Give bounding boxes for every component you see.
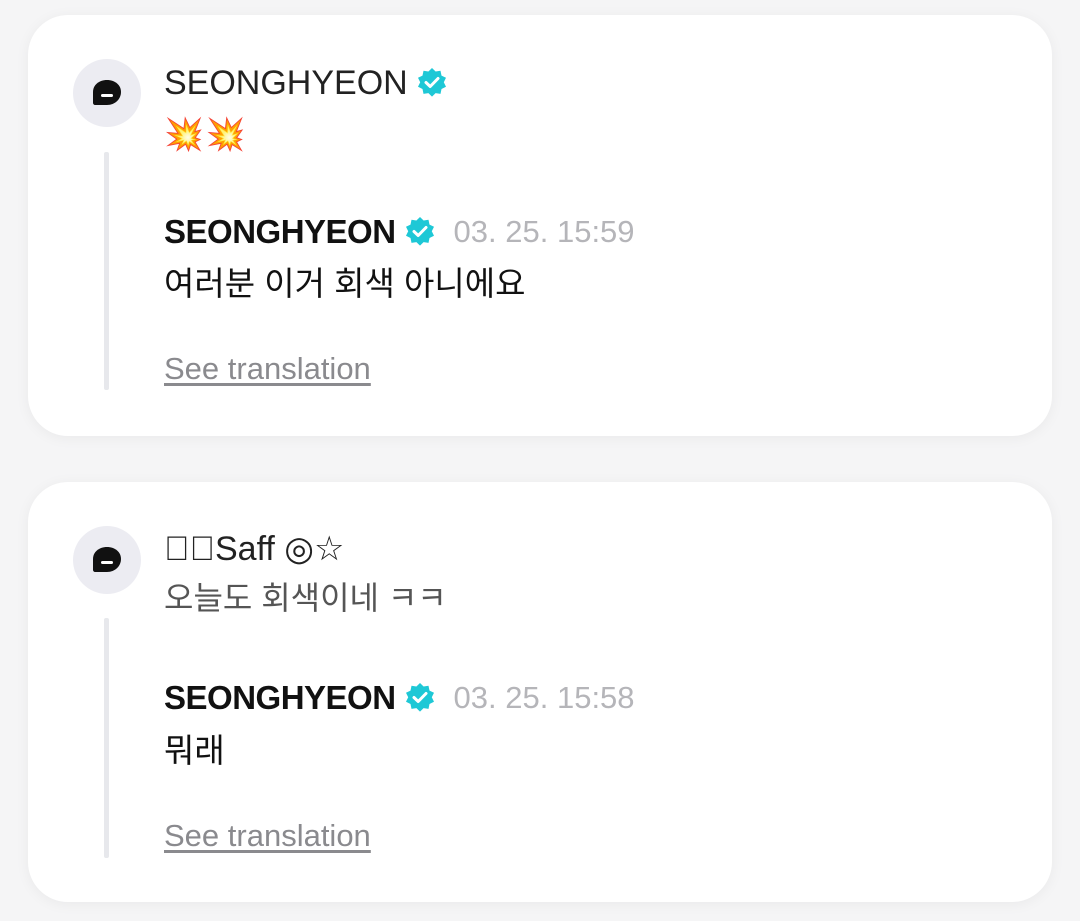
reply-timestamp: 03. 25. 15:59 bbox=[453, 214, 635, 249]
verified-badge-icon bbox=[404, 682, 436, 714]
reply-author-name[interactable]: SEONGHYEON bbox=[164, 679, 396, 717]
avatar[interactable] bbox=[73, 526, 141, 594]
see-translation-link[interactable]: See translation bbox=[164, 349, 371, 389]
comment-author-name: ☆゚Saff ◎☆ bbox=[164, 530, 345, 568]
see-translation-link[interactable]: See translation bbox=[164, 816, 371, 856]
reply-text: 뭐래 bbox=[164, 732, 225, 769]
comment-author-name: SEONGHYEON bbox=[164, 64, 408, 102]
reply-text: 여러분 이거 회색 아니에요 bbox=[164, 265, 526, 302]
comment-author[interactable]: ☆゚Saff ◎☆ bbox=[164, 528, 344, 570]
comment-text: 오늘도 회색이네 ㅋㅋ bbox=[164, 580, 447, 616]
speech-bubble-avatar-icon bbox=[93, 547, 121, 572]
reply-header: SEONGHYEON 03. 25. 15:58 bbox=[164, 679, 635, 717]
thread-line bbox=[104, 152, 109, 390]
comment-text: 💥💥 bbox=[164, 116, 248, 152]
verified-badge-icon bbox=[404, 216, 436, 248]
comment-card: SEONGHYEON 💥💥 SEONGHYEON 03. 25. 15:59 여… bbox=[28, 15, 1052, 436]
comment-author[interactable]: SEONGHYEON bbox=[164, 62, 448, 104]
verified-badge-icon bbox=[416, 67, 448, 99]
speech-bubble-avatar-icon bbox=[93, 80, 121, 105]
avatar[interactable] bbox=[73, 59, 141, 127]
comment-card: ☆゚Saff ◎☆ 오늘도 회색이네 ㅋㅋ SEONGHYEON 03. 25.… bbox=[28, 482, 1052, 902]
reply-header: SEONGHYEON 03. 25. 15:59 bbox=[164, 213, 635, 251]
thread-line bbox=[104, 618, 109, 858]
reply-author-name[interactable]: SEONGHYEON bbox=[164, 213, 396, 251]
reply-timestamp: 03. 25. 15:58 bbox=[453, 680, 635, 715]
